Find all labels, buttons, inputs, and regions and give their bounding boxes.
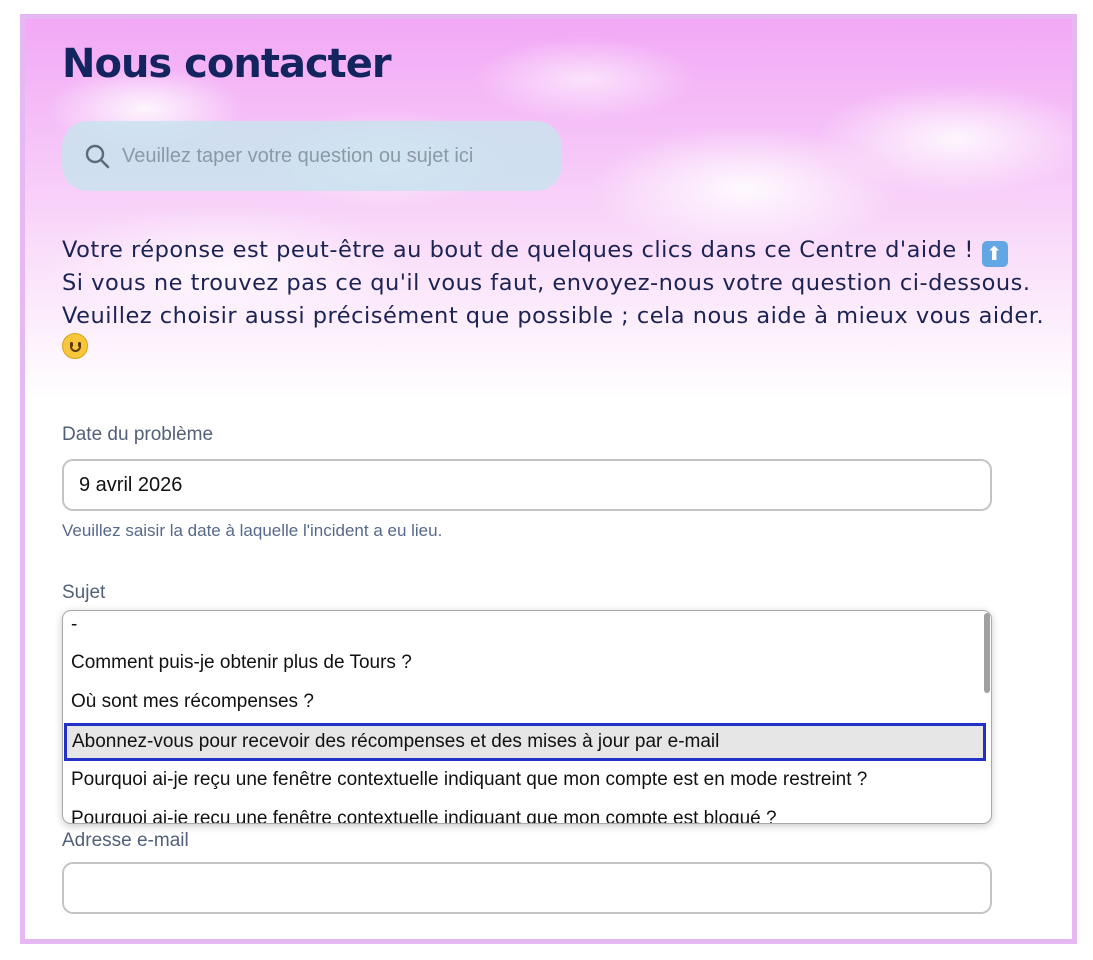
date-input[interactable] — [64, 461, 990, 509]
subject-option[interactable]: Pourquoi ai-je reçu une fenêtre contextu… — [64, 761, 986, 799]
date-label: Date du problème — [62, 424, 214, 445]
dropdown-scrollbar[interactable] — [983, 611, 991, 823]
search-bar[interactable] — [62, 121, 562, 191]
subject-option[interactable]: - — [64, 611, 986, 644]
subject-option[interactable]: Pourquoi ai-je reçu une fenêtre contextu… — [64, 800, 986, 823]
email-input[interactable] — [64, 864, 990, 912]
intro-line-1: Votre réponse est peut-être au bout de q… — [62, 237, 974, 263]
subject-dropdown-list[interactable]: - Comment puis-je obtenir plus de Tours … — [62, 610, 992, 824]
up-arrow-emoji-icon: ⬆ — [981, 241, 1008, 267]
search-icon — [85, 144, 110, 169]
search-input[interactable] — [120, 143, 544, 169]
scrollbar-thumb[interactable] — [984, 613, 990, 693]
page-title: Nous contacter — [62, 41, 392, 87]
subject-label: Sujet — [62, 582, 106, 603]
email-field[interactable] — [62, 862, 992, 914]
subject-option[interactable]: Où sont mes récompenses ? — [64, 683, 986, 721]
intro-line-2: Si vous ne trouvez pas ce qu'il vous fau… — [62, 270, 1045, 329]
date-hint: Veuillez saisir la date à laquelle l'inc… — [62, 521, 443, 540]
subject-option[interactable]: Comment puis-je obtenir plus de Tours ? — [64, 644, 986, 682]
email-label: Adresse e-mail — [62, 830, 189, 851]
subject-option-selected[interactable]: Abonnez-vous pour recevoir des récompens… — [64, 723, 986, 761]
date-field[interactable] — [62, 459, 992, 511]
page-frame: Nous contacter Votre réponse est peut-êt… — [20, 14, 1077, 944]
smiling-face-emoji-icon — [62, 333, 88, 359]
intro-text: Votre réponse est peut-être au bout de q… — [62, 234, 1062, 365]
